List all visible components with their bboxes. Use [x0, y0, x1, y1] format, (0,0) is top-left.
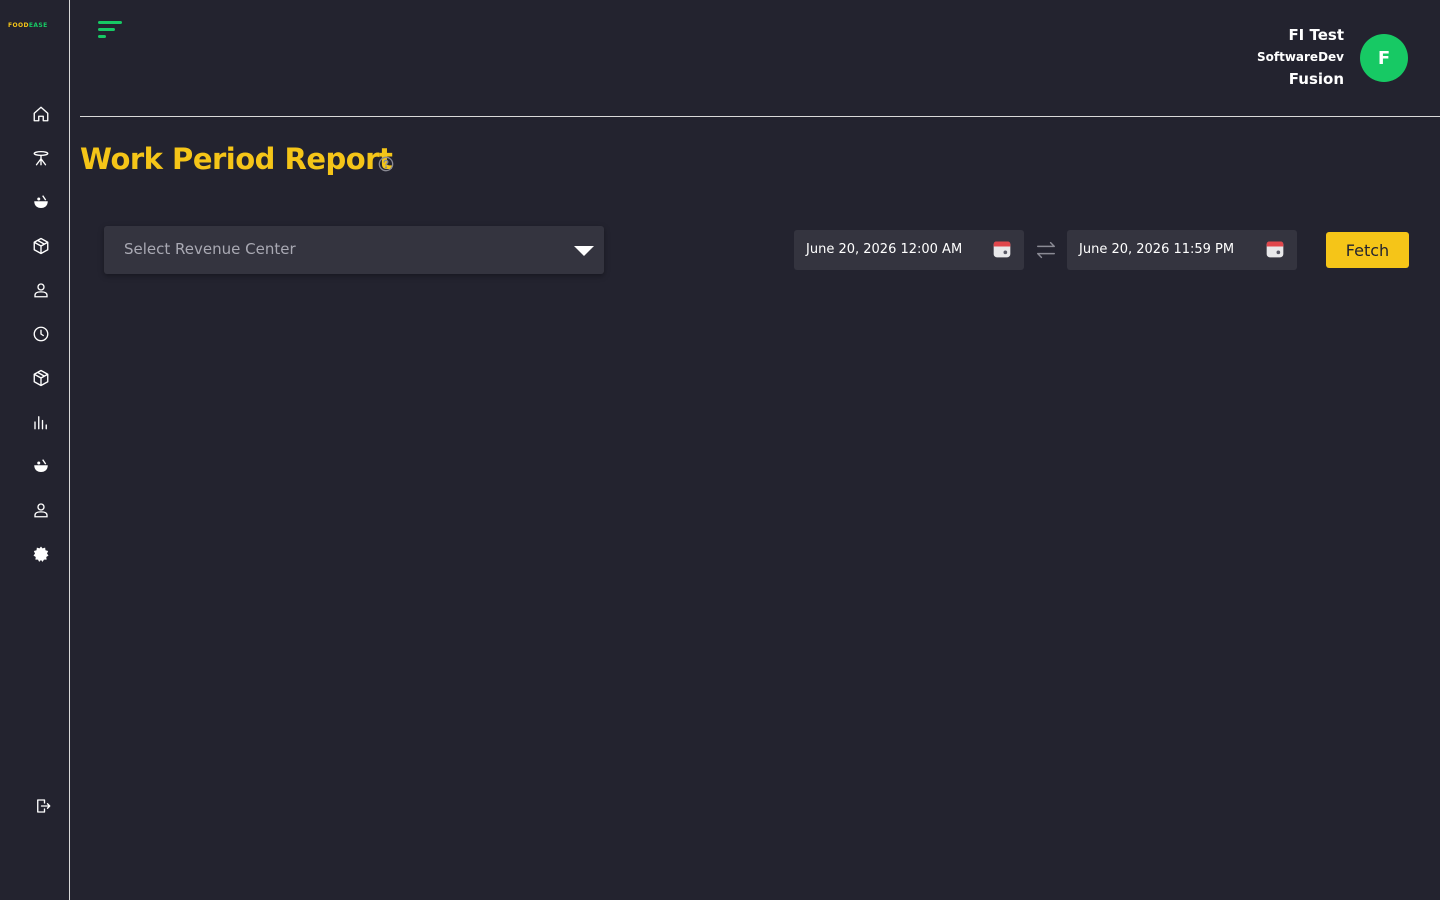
sidebar-item-menu[interactable]	[30, 455, 52, 477]
revenue-center-select[interactable]: Select Revenue Center	[104, 226, 604, 274]
user-icon	[34, 503, 48, 518]
user-branch: Fusion	[1288, 70, 1344, 88]
gear-icon	[33, 546, 49, 562]
user-icon	[34, 283, 48, 298]
sidebar-item-settings[interactable]	[30, 543, 52, 565]
end-date-field[interactable]: June 20, 2026 11:59 PM	[1067, 230, 1297, 270]
package-icon	[33, 369, 49, 387]
menu-toggle-icon	[98, 21, 122, 38]
sidebar-item-customers[interactable]	[30, 279, 52, 301]
bar-chart-icon	[34, 416, 47, 430]
sidebar-item-inventory[interactable]	[30, 235, 52, 257]
calendar-icon[interactable]	[1265, 239, 1285, 259]
home-icon	[33, 106, 49, 122]
swap-arrows-icon	[1037, 241, 1055, 259]
start-date-field[interactable]: June 20, 2026 12:00 AM	[794, 230, 1024, 270]
clock-icon	[33, 326, 49, 342]
logout-icon	[37, 799, 51, 813]
page-title: Work Period Report	[80, 142, 393, 176]
header-divider	[80, 116, 1440, 117]
user-name: FI Test	[1288, 26, 1344, 44]
avatar[interactable]: F	[1360, 34, 1408, 82]
user-info: FI Test SoftwareDev Fusion	[1257, 24, 1344, 90]
logout-button[interactable]	[32, 795, 54, 817]
package-icon	[33, 237, 49, 255]
sidebar-item-reports[interactable]	[30, 411, 52, 433]
app-logo[interactable]: FOODEASE	[8, 22, 48, 29]
food-bowl-icon	[34, 195, 48, 208]
help-circle-icon[interactable]	[378, 156, 394, 172]
fetch-button[interactable]: Fetch	[1326, 232, 1409, 268]
sidebar-item-stock[interactable]	[30, 367, 52, 389]
sidebar-item-tables[interactable]	[30, 147, 52, 169]
calendar-icon[interactable]	[992, 239, 1012, 259]
sidebar-item-work-period[interactable]	[30, 323, 52, 345]
revenue-center-placeholder: Select Revenue Center	[124, 240, 296, 258]
user-company: SoftwareDev	[1256, 50, 1344, 64]
start-date-value: June 20, 2026 12:00 AM	[806, 242, 963, 257]
sidebar-item-users[interactable]	[30, 499, 52, 521]
dining-table-icon	[33, 150, 49, 166]
chevron-down-icon	[574, 246, 594, 256]
sidebar-item-home[interactable]	[30, 103, 52, 125]
end-date-value: June 20, 2026 11:59 PM	[1079, 242, 1235, 257]
sidebar: FOODEASE	[0, 0, 70, 900]
menu-toggle-button[interactable]	[98, 21, 124, 41]
sidebar-item-food[interactable]	[30, 191, 52, 213]
food-bowl-icon	[34, 459, 48, 472]
